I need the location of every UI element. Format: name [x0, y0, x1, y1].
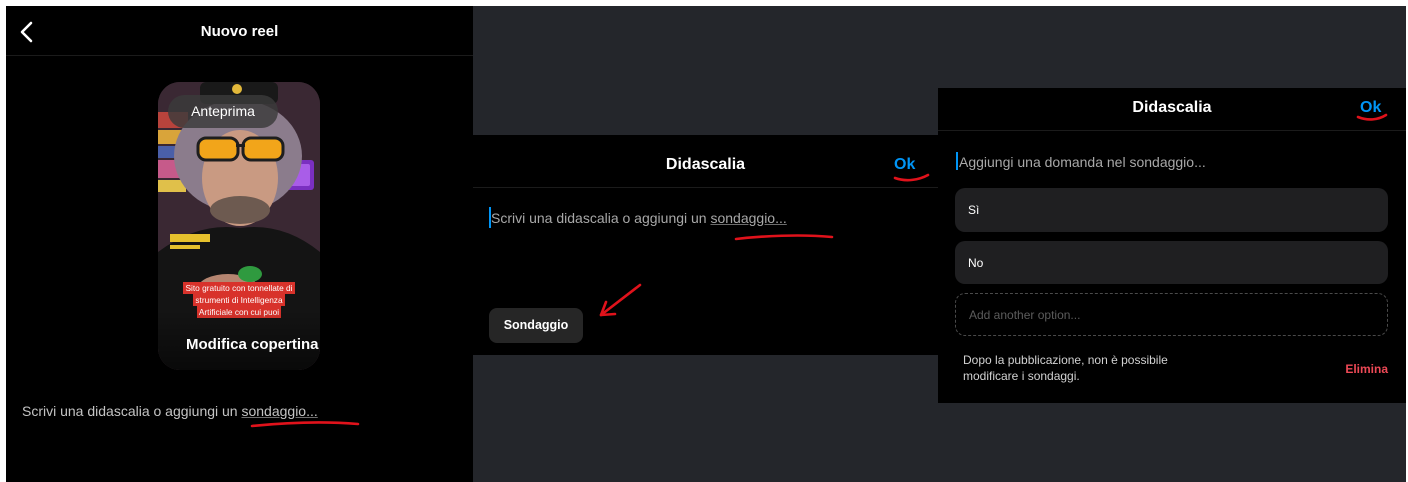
caption-title: Didascalia	[665, 156, 746, 173]
add-option-placeholder: Add another option...	[969, 307, 1081, 322]
beard	[210, 196, 270, 224]
new-reel-screen: Nuovo reel Anteprima Sito gratuito con t…	[6, 6, 473, 482]
poll-question-input[interactable]: Aggiungi una domanda nel sondaggio...	[959, 152, 1206, 172]
caption-input[interactable]: Scrivi una didascalia o aggiungi un sond…	[22, 402, 318, 420]
header-divider	[473, 187, 938, 188]
caption-placeholder: Scrivi una didascalia o aggiungi un	[22, 403, 242, 419]
caption-screen: Didascalia Ok Scrivi una didascalia o ag…	[473, 135, 938, 355]
ok-button[interactable]: Ok	[894, 153, 915, 177]
sunglasses-left	[196, 136, 240, 162]
ok-button[interactable]: Ok	[1360, 96, 1381, 120]
text-cursor	[956, 152, 958, 170]
edit-cover-button[interactable]: Modifica copertina	[186, 336, 319, 354]
shirt-logo	[170, 234, 210, 242]
screenshot-composite: Nuovo reel Anteprima Sito gratuito con t…	[6, 6, 1406, 482]
poll-button[interactable]: Sondaggio	[489, 308, 583, 343]
poll-option-label: Sì	[968, 203, 980, 217]
overlay-line: strumenti di Intelligenza	[193, 294, 285, 306]
poll-option-label: No	[968, 255, 984, 270]
add-option-input[interactable]: Add another option...	[955, 293, 1388, 336]
sunglasses-right	[241, 136, 285, 162]
preview-badge[interactable]: Anteprima	[168, 95, 278, 128]
poll-link[interactable]: sondaggio...	[710, 210, 786, 226]
reel-preview-card[interactable]: Anteprima Sito gratuito con tonnellate d…	[158, 82, 320, 370]
caption-placeholder: Scrivi una didascalia o aggiungi un	[491, 210, 711, 226]
poll-option-1[interactable]: Sì	[955, 188, 1388, 232]
delete-poll-button[interactable]: Elimina	[1345, 361, 1388, 377]
green-bottle	[238, 266, 262, 282]
poll-caption-screen: Didascalia Ok Aggiungi una domanda nel s…	[938, 88, 1406, 403]
cap-badge	[232, 84, 242, 94]
poll-notice: Dopo la pubblicazione, non è possibile m…	[963, 353, 1168, 383]
caption-title: Didascalia	[1132, 99, 1212, 116]
header-divider	[6, 55, 473, 56]
overlay-line: Sito gratuito con tonnellate di	[183, 282, 295, 294]
page-title: Nuovo reel	[200, 23, 279, 40]
poll-option-2[interactable]: No	[955, 241, 1388, 284]
header-divider	[938, 130, 1406, 131]
poll-link[interactable]: sondaggio...	[241, 403, 317, 419]
caption-input[interactable]: Scrivi una didascalia o aggiungi un sond…	[491, 208, 787, 228]
